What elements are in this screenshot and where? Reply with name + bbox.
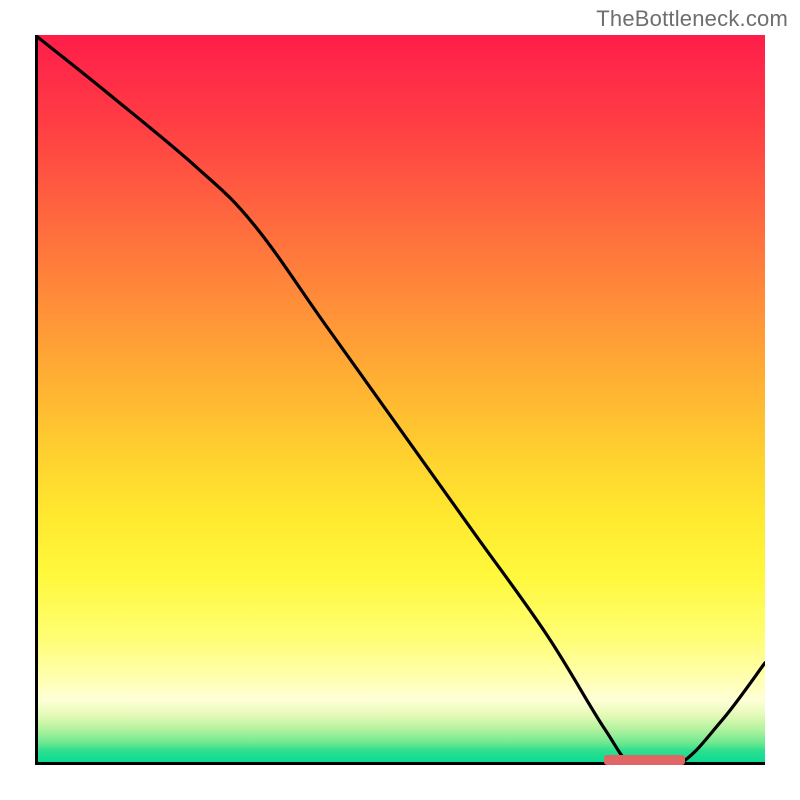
chart-line (35, 35, 765, 765)
optimal-range-marker (604, 755, 684, 765)
plot-area (35, 35, 765, 765)
curve-path (35, 35, 765, 765)
watermark-text: TheBottleneck.com (596, 6, 788, 32)
